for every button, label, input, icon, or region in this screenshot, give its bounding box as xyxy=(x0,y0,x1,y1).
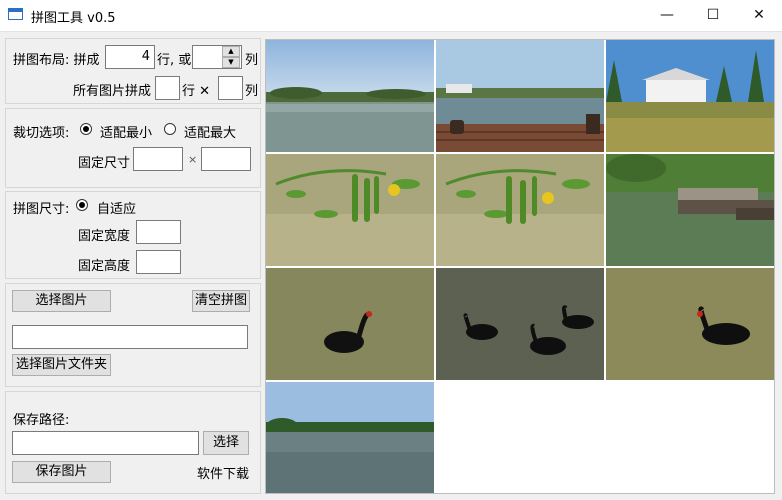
layout-group: 拼图布局: 拼成 4 行, 或 ▲ ▼ 列 所有图片拼成 行 ✕ 列 xyxy=(5,38,261,104)
crop-group: 裁切选项: 适配最小 适配最大 固定尺寸 × xyxy=(5,108,261,188)
app-window-icon xyxy=(8,8,23,20)
mosaic-tile xyxy=(436,154,604,266)
all-rows-suffix-label: 行 ✕ xyxy=(182,84,211,99)
save-group: 保存路径: 选择 保存图片 软件下载 xyxy=(5,391,261,494)
mosaic-tile xyxy=(266,154,434,266)
spin-up-button[interactable]: ▲ xyxy=(222,46,240,57)
crop-label: 裁切选项: xyxy=(13,126,70,141)
cols-suffix-label: 列 xyxy=(245,53,259,68)
save-image-button[interactable]: 保存图片 xyxy=(12,461,111,483)
fixed-size-height-input[interactable] xyxy=(201,147,251,171)
all-images-label: 所有图片拼成 xyxy=(73,84,152,99)
maximize-button[interactable]: ☐ xyxy=(690,0,736,31)
crop-min-label[interactable]: 适配最小 xyxy=(100,122,152,141)
folder-path-input[interactable] xyxy=(12,325,248,349)
all-cols-suffix-label: 列 xyxy=(245,84,259,99)
select-folder-button[interactable]: 选择图片文件夹 xyxy=(12,354,111,376)
mosaic-tile xyxy=(436,40,604,152)
clear-mosaic-button[interactable]: 清空拼图 xyxy=(192,290,250,312)
all-cols-input[interactable] xyxy=(218,76,243,100)
mosaic-tile xyxy=(606,268,774,380)
spin-down-button[interactable]: ▼ xyxy=(222,57,240,68)
fixed-width-label: 固定宽度 xyxy=(78,229,131,244)
minimize-button[interactable]: — xyxy=(644,0,690,31)
fixed-height-input[interactable] xyxy=(136,250,181,274)
window-title: 拼图工具 v0.5 xyxy=(31,11,116,26)
all-rows-input[interactable] xyxy=(155,76,180,100)
images-group: 选择图片 清空拼图 选择图片文件夹 xyxy=(5,283,261,387)
crop-max-label[interactable]: 适配最大 xyxy=(184,122,236,141)
mosaic-size-label: 拼图尺寸: xyxy=(13,202,70,217)
fixed-size-width-input[interactable] xyxy=(133,147,183,171)
mosaic-tile xyxy=(266,268,434,380)
software-download-link[interactable]: 软件下载 xyxy=(197,463,249,482)
size-auto-radio[interactable] xyxy=(76,199,88,211)
layout-label: 拼图布局: 拼成 xyxy=(13,53,100,68)
times-symbol: × xyxy=(188,153,198,166)
rows-input[interactable]: 4 xyxy=(105,45,155,69)
mosaic-tile xyxy=(606,154,774,266)
mosaic-tile xyxy=(266,40,434,152)
size-group: 拼图尺寸: 自适应 固定宽度 固定高度 xyxy=(5,191,261,279)
save-path-input[interactable] xyxy=(12,431,199,455)
rows-suffix-label: 行, 或 xyxy=(157,53,192,68)
save-path-label: 保存路径: xyxy=(13,413,70,428)
mosaic-canvas xyxy=(265,39,775,494)
title-bar: 拼图工具 v0.5 — ☐ ✕ xyxy=(0,0,782,32)
close-button[interactable]: ✕ xyxy=(736,0,782,31)
mosaic-tile xyxy=(266,382,434,493)
mosaic-tile xyxy=(436,268,604,380)
crop-max-radio[interactable] xyxy=(164,123,176,135)
select-images-button[interactable]: 选择图片 xyxy=(12,290,111,312)
fixed-size-label: 固定尺寸 xyxy=(78,156,131,171)
fixed-width-input[interactable] xyxy=(136,220,181,244)
crop-min-radio[interactable] xyxy=(80,123,92,135)
choose-path-button[interactable]: 选择 xyxy=(203,431,249,455)
settings-panel: 拼图布局: 拼成 4 行, 或 ▲ ▼ 列 所有图片拼成 行 ✕ 列 裁切选项:… xyxy=(5,38,261,494)
fixed-height-label: 固定高度 xyxy=(78,259,131,274)
size-auto-label[interactable]: 自适应 xyxy=(97,198,136,217)
mosaic-tile xyxy=(606,40,774,152)
